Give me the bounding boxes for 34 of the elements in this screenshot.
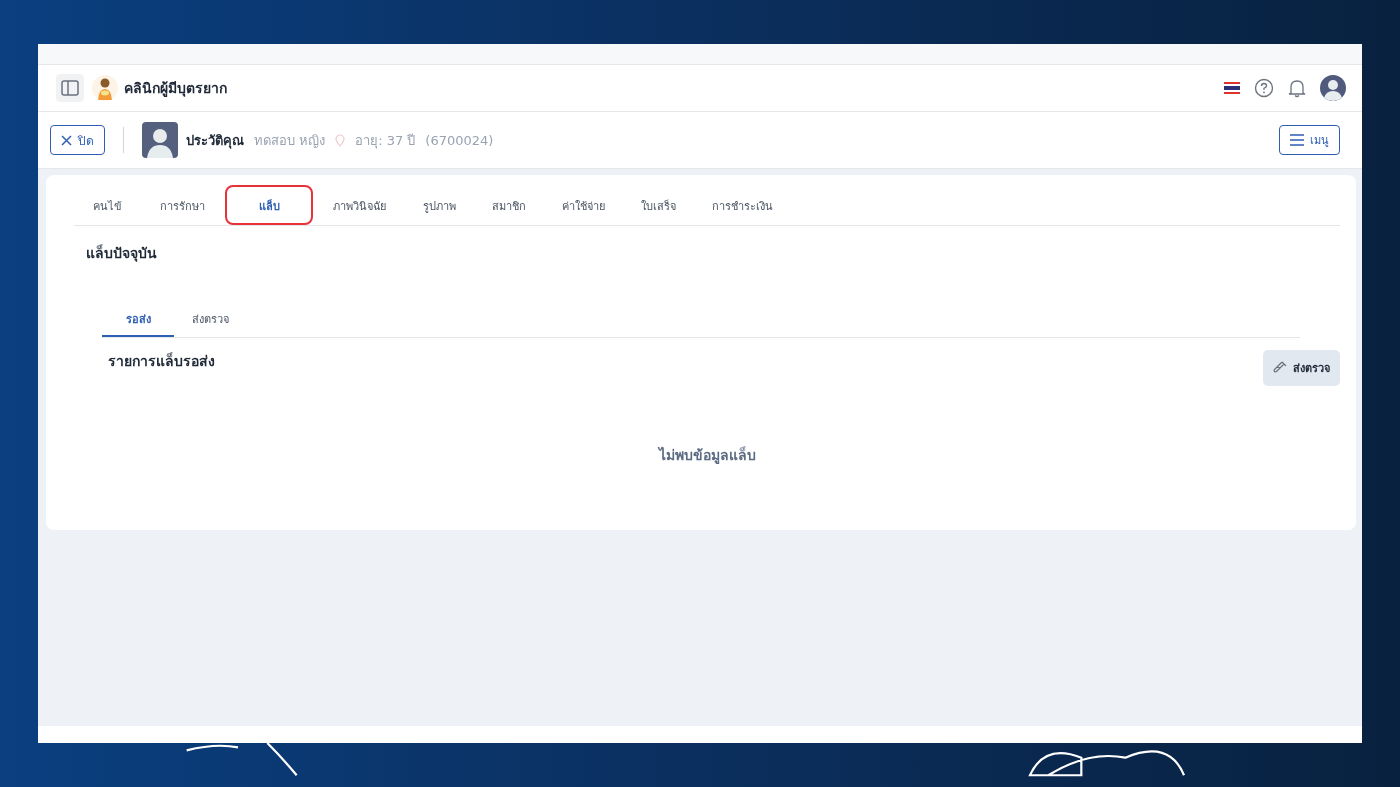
tab[interactable]: การรักษา — [144, 185, 221, 225]
patient-avatar-icon — [142, 122, 178, 158]
test-tube-icon — [1273, 361, 1287, 375]
tab[interactable]: การชำระเงิน — [696, 185, 789, 225]
tab[interactable]: แล็บ — [225, 185, 313, 225]
sidebar-icon — [61, 80, 79, 96]
tab[interactable]: ค่าใช้จ่าย — [546, 185, 621, 225]
sub-tab[interactable]: รอส่ง — [102, 302, 174, 337]
location-pin-icon — [335, 133, 346, 147]
tab[interactable]: สมาชิก — [476, 185, 542, 225]
clinic-name: คลินิกผู้มีบุตรยาก — [124, 79, 227, 99]
patient-age: อายุ: 37 ปี — [355, 131, 416, 151]
list-title: รายการแล็บรอส่ง — [108, 351, 215, 371]
menu-icon — [1290, 134, 1304, 146]
empty-message: ไม่พบข้อมูลแล็บ — [656, 445, 757, 466]
tab[interactable]: รูปภาพ — [406, 185, 472, 225]
send-lab-button[interactable]: ส่งตรวจ — [1263, 350, 1340, 386]
sidebar-toggle-button[interactable] — [56, 74, 84, 102]
tab[interactable]: ภาพวินิจฉัย — [317, 185, 402, 225]
notification-bell-icon[interactable] — [1288, 78, 1306, 98]
clinic-logo-icon — [92, 75, 118, 101]
close-button[interactable]: ปิด — [50, 125, 105, 155]
close-icon — [61, 134, 72, 146]
help-icon[interactable] — [1254, 78, 1274, 98]
sub-tab[interactable]: ส่งตรวจ — [174, 302, 247, 337]
thai-flag-icon[interactable] — [1224, 82, 1240, 94]
menu-button[interactable]: เมนู — [1279, 125, 1340, 155]
patient-id: (6700024) — [425, 132, 494, 148]
section-title: แล็บปัจจุบัน — [86, 243, 158, 264]
tab[interactable]: ใบเสร็จ — [625, 185, 692, 225]
patient-name: ทดสอบ หญิง — [254, 131, 326, 150]
user-avatar-icon[interactable] — [1320, 75, 1346, 101]
patient-history-title: ประวัติคุณ — [186, 131, 244, 151]
tab[interactable]: คนไข้ — [74, 185, 140, 225]
